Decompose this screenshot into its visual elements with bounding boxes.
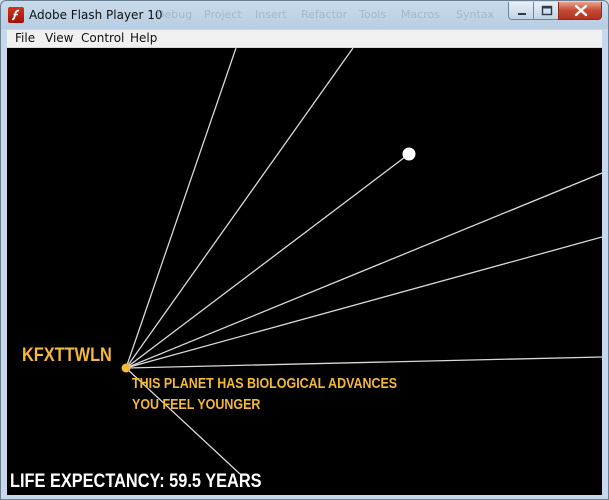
menu-control[interactable]: Control — [81, 31, 124, 46]
ghost-menu-macros: Macros — [401, 8, 441, 21]
current-planet-node[interactable] — [121, 363, 131, 373]
minimize-button[interactable] — [508, 2, 534, 20]
menu-file[interactable]: File — [15, 31, 35, 46]
title-bar[interactable]: Adobe Flash Player 10 Debug Project Inse… — [1, 1, 608, 30]
menu-bar: File View Control Help — [7, 30, 602, 48]
target-planet[interactable] — [402, 147, 416, 161]
menu-help[interactable]: Help — [130, 31, 157, 46]
window-title: Adobe Flash Player 10 — [29, 8, 163, 22]
event-message-line2: YOU FEEL YOUNGER — [132, 397, 261, 413]
flash-player-window: Adobe Flash Player 10 Debug Project Inse… — [0, 0, 609, 500]
route-line — [125, 172, 602, 369]
ghost-menu-refactor: Refactor — [301, 8, 348, 21]
ghost-menu-debug: Debug — [156, 8, 193, 21]
menu-view[interactable]: View — [45, 31, 73, 46]
menu-control-label: Control — [81, 31, 125, 45]
ghost-menu-insert: Insert — [255, 8, 287, 21]
route-line — [125, 48, 354, 369]
event-message-line1: THIS PLANET HAS BIOLOGICAL ADVANCES — [132, 376, 398, 392]
ghost-menu-syntax: Syntax — [456, 8, 495, 21]
planet-name-label: KFXTTWLN — [22, 345, 112, 366]
menu-help-label: Help — [130, 31, 158, 45]
minimize-icon — [518, 13, 526, 15]
flash-player-icon — [8, 7, 24, 23]
route-line — [125, 356, 602, 369]
flash-stage[interactable]: KFXTTWLN THIS PLANET HAS BIOLOGICAL ADVA… — [7, 48, 602, 495]
ghost-menu-project: Project — [204, 8, 242, 21]
maximize-button[interactable] — [533, 2, 559, 20]
route-line — [125, 236, 602, 369]
ghost-menu-tools: Tools — [359, 8, 387, 21]
close-icon — [574, 4, 588, 17]
star-map — [121, 48, 602, 475]
menu-view-label: View — [45, 31, 74, 45]
menu-file-label: File — [15, 31, 36, 45]
route-line — [125, 153, 410, 369]
close-button[interactable] — [558, 2, 602, 20]
life-expectancy-readout: LIFE EXPECTANCY: 59.5 YEARS — [10, 471, 262, 492]
route-line — [125, 48, 237, 369]
maximize-icon — [541, 5, 553, 16]
